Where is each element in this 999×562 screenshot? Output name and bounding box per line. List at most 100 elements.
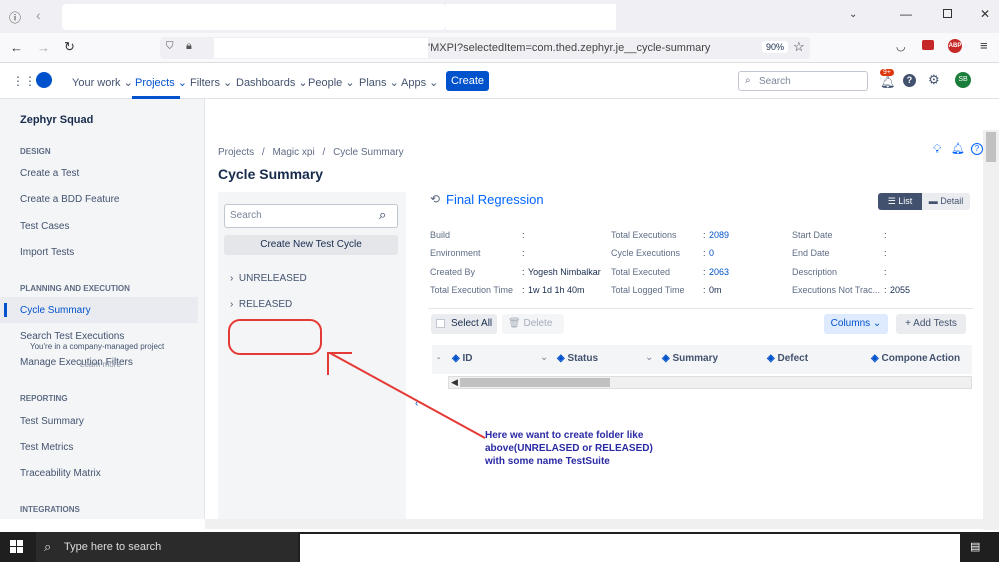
cycle-name: Final Regression	[446, 192, 544, 207]
sidebar-item-create-bdd[interactable]: Create a BDD Feature	[20, 194, 120, 205]
trash-icon: 🗑︎	[508, 318, 521, 329]
cycle-executions-value[interactable]: 0	[709, 248, 714, 258]
tab-list-icon[interactable]: ⌄	[849, 9, 857, 20]
lightbulb-icon[interactable]: 💡︎	[933, 142, 941, 157]
sidebar-item-test-cases[interactable]: Test Cases	[20, 221, 69, 232]
cycle-executions-colon: :	[703, 248, 706, 258]
column-summary[interactable]: ◈ Summary	[662, 353, 718, 364]
info-icon[interactable]: ⓘ	[9, 9, 21, 26]
sidebar-heading-integrations: INTEGRATIONS	[20, 505, 80, 514]
help-icon[interactable]: ?	[903, 74, 916, 87]
create-button[interactable]: Create	[446, 71, 489, 91]
notifications-center-icon[interactable]: ▤	[970, 540, 980, 553]
sidebar-item-cycle-summary[interactable]: Cycle Summary	[20, 305, 91, 316]
delete-button[interactable]: 🗑︎ Delete	[502, 314, 564, 334]
windows-start-icon[interactable]	[10, 540, 24, 554]
created-by-value: Yogesh Nimbalkar	[528, 267, 601, 277]
column-component[interactable]: ◈ Compone	[871, 353, 928, 364]
nav-dashboards-label: Dashboards	[236, 77, 296, 89]
create-test-cycle-button[interactable]: Create New Test Cycle	[224, 235, 398, 255]
folder-unreleased[interactable]: › UNRELEASED	[230, 273, 307, 284]
nav-your-work-label: Your work	[72, 77, 121, 89]
nav-people[interactable]: People ⌄	[308, 76, 355, 89]
column-status[interactable]: ◈ Status	[557, 353, 598, 364]
menu-icon[interactable]: ≡	[980, 38, 988, 53]
page-vertical-scrollbar[interactable]	[983, 130, 999, 530]
zoom-level[interactable]: 90%	[762, 41, 789, 53]
plus-icon: +	[905, 318, 911, 329]
view-detail-button[interactable]: ▬ Detail	[922, 193, 970, 210]
sidebar-heading-planning: PLANNING AND EXECUTION	[20, 284, 130, 293]
notifications-icon[interactable]: 🔔︎	[880, 75, 895, 89]
add-tests-button[interactable]: + Add Tests	[896, 314, 966, 334]
global-search-input[interactable]: ⌕ Search	[738, 71, 868, 91]
add-tests-label: Add Tests	[913, 318, 957, 329]
avatar[interactable]: SB	[955, 72, 971, 88]
columns-button[interactable]: Columns ⌄	[824, 314, 888, 334]
column-defect[interactable]: ◈ Defect	[767, 353, 808, 364]
bookmark-star-icon[interactable]: ☆	[793, 39, 805, 55]
delete-label: Delete	[523, 318, 553, 329]
select-all-button[interactable]: Select All	[431, 314, 497, 334]
sidebar-item-test-metrics[interactable]: Test Metrics	[20, 442, 73, 453]
sidebar-item-search-executions[interactable]: Search Test Executions	[20, 331, 124, 342]
column-status-menu-icon[interactable]: ⌄	[645, 352, 653, 363]
chevron-down-icon: ⌄	[872, 318, 882, 329]
lock-icon[interactable]: 🔒︎	[186, 40, 192, 53]
address-redacted	[214, 38, 428, 58]
nav-dashboards[interactable]: Dashboards ⌄	[236, 76, 308, 89]
column-defect-label: Defect	[777, 353, 809, 364]
annotation-line: above(UNRELASED or RELEASED)	[485, 443, 653, 454]
question-icon[interactable]: ?	[971, 143, 983, 155]
browser-tab[interactable]	[62, 4, 446, 30]
forward-icon[interactable]: →	[37, 40, 50, 55]
tab-scroll-left-icon[interactable]: ‹	[36, 7, 41, 23]
sidebar-active-bar	[4, 303, 7, 317]
back-icon[interactable]: ←	[10, 40, 23, 55]
detail-icon: ▬	[928, 196, 938, 206]
pocket-icon[interactable]: ◡	[896, 40, 906, 53]
total-executions-value[interactable]: 2089	[709, 230, 729, 240]
nav-people-label: People	[308, 77, 343, 89]
sidebar-item-import-tests[interactable]: Import Tests	[20, 247, 74, 258]
cycle-search-input[interactable]: Search ⌕	[224, 204, 398, 228]
nav-projects[interactable]: Projects ⌄	[135, 76, 187, 89]
settings-gear-icon[interactable]: ⚙	[928, 72, 940, 88]
breadcrumb-project[interactable]: Magic xpi	[272, 147, 314, 158]
cycle-sync-icon: ⟲	[430, 192, 441, 206]
nav-apps-label: Apps	[401, 77, 427, 89]
view-list-button[interactable]: ☰ List	[878, 193, 922, 210]
column-action[interactable]: Action	[929, 353, 960, 364]
select-all-checkbox[interactable]	[436, 319, 445, 328]
annotation-circle	[228, 319, 322, 355]
breadcrumb-current[interactable]: Cycle Summary	[333, 147, 404, 158]
nav-your-work[interactable]: Your work ⌄	[72, 76, 133, 89]
taskbar-search-input[interactable]: ⌕ Type here to search	[36, 532, 298, 562]
sidebar-item-test-summary[interactable]: Test Summary	[20, 416, 84, 427]
nav-plans[interactable]: Plans ⌄	[359, 76, 399, 89]
minimize-icon[interactable]: —	[900, 7, 912, 21]
adblock-icon[interactable]: ABP	[948, 39, 962, 53]
nav-apps[interactable]: Apps ⌄	[401, 76, 438, 89]
search-icon[interactable]: ⌕	[379, 207, 386, 223]
shield-icon[interactable]: ⛉	[166, 41, 174, 52]
nav-filters[interactable]: Filters ⌄	[190, 76, 232, 89]
page-scroll-thumb[interactable]	[986, 132, 996, 162]
maximize-icon[interactable]	[943, 9, 952, 18]
sidebar-tooltip-link[interactable]: Learn more	[80, 360, 121, 369]
cycle-executions-label: Cycle Executions	[611, 248, 681, 258]
sidebar-item-traceability[interactable]: Traceability Matrix	[20, 468, 101, 479]
extension-icon[interactable]	[922, 40, 934, 50]
breadcrumb-projects[interactable]: Projects	[218, 147, 254, 158]
folder-released[interactable]: › RELEASED	[230, 299, 292, 310]
taskbar-redacted-area	[300, 534, 960, 562]
reload-icon[interactable]: ↻	[64, 39, 75, 55]
page-title: Cycle Summary	[218, 166, 324, 182]
close-window-icon[interactable]: ✕	[980, 7, 990, 21]
page-horizontal-scrollbar[interactable]	[205, 519, 999, 529]
bell-icon[interactable]: 🔔︎	[951, 142, 965, 155]
total-executed-value[interactable]: 2063	[709, 267, 729, 277]
column-id-menu-icon[interactable]: ⌄	[540, 352, 548, 363]
sidebar-item-create-test[interactable]: Create a Test	[20, 168, 79, 179]
logo-icon[interactable]	[36, 72, 52, 88]
